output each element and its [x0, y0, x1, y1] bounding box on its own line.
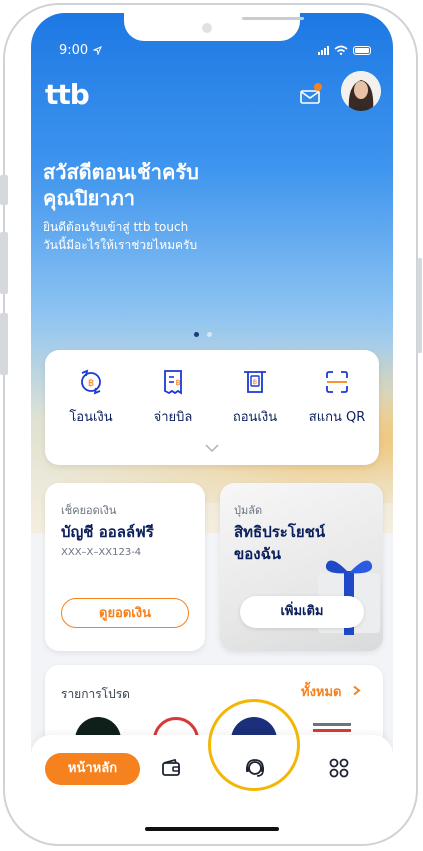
battery-icon [353, 45, 371, 55]
more-button[interactable]: เพิ่มเติม [240, 596, 364, 628]
favorites-title: รายการโปรด [61, 687, 130, 701]
notification-dot [314, 83, 322, 91]
privilege-title: สิทธิประโยชน์ ของฉัน [234, 521, 325, 565]
home-tab[interactable]: หน้าหลัก [45, 753, 140, 785]
quick-action-label: ถอนเงิน [232, 410, 278, 425]
account-number: XXX–X–XX123-4 [61, 547, 142, 558]
carousel-dot-active[interactable] [194, 332, 199, 337]
signal-icon [318, 45, 329, 55]
quick-actions-card: ฿ โอนเงิน ฿ จ่ายบิล ฿ ถอนเงิน สแกน QR [45, 350, 379, 465]
greeting-line-1: สวัสดีตอนเช้าครับ [43, 160, 199, 184]
wallet-icon[interactable] [160, 757, 182, 779]
account-name: บัญชี ออลล์ฟรี [61, 523, 154, 541]
side-button [417, 258, 422, 353]
location-arrow-icon [93, 46, 102, 55]
carousel-dot[interactable] [207, 332, 212, 337]
device-notch [124, 13, 304, 41]
quick-action-bill[interactable]: ฿ จ่ายบิล [131, 368, 215, 427]
bts-logo-icon [313, 723, 351, 732]
menu-grid-icon[interactable] [328, 757, 350, 779]
scan-qr-icon [326, 371, 348, 393]
svg-text:฿: ฿ [175, 378, 180, 387]
side-button [0, 232, 8, 294]
app-screen: 9:00 ttb สวัสดีตอนเช้าครับ คุณปิยาภา ยิน [31, 13, 393, 839]
welcome-text: ยินดีต้อนรับเข้าสู่ ttb touch วันนี้มีอะ… [43, 218, 197, 254]
withdraw-icon: ฿ [244, 371, 266, 393]
greeting-line-2: คุณปิยาภา [43, 186, 135, 210]
balance-card[interactable]: เช็คยอดเงิน บัญชี ออลล์ฟรี XXX–X–XX123-4… [45, 483, 205, 651]
gift-bow-icon [325, 560, 373, 574]
status-time: 9:00 [59, 43, 89, 58]
svg-text:฿: ฿ [253, 378, 257, 386]
quick-action-label: สแกน QR [308, 410, 366, 425]
quick-action-transfer[interactable]: ฿ โอนเงิน [49, 368, 133, 427]
chevron-down-icon[interactable] [204, 443, 220, 453]
status-icons [318, 45, 371, 55]
balance-caption: เช็คยอดเงิน [61, 504, 117, 517]
quick-action-scan-qr[interactable]: สแกน QR [295, 368, 379, 427]
quick-action-withdraw[interactable]: ฿ ถอนเงิน [213, 368, 297, 427]
privilege-title-line-2: ของฉัน [234, 545, 282, 563]
speaker-bar [242, 17, 304, 20]
view-balance-button[interactable]: ดูยอดเงิน [61, 598, 189, 628]
ttb-logo: ttb [45, 78, 90, 111]
quick-action-label: โอนเงิน [69, 410, 113, 425]
bill-icon: ฿ [164, 370, 182, 395]
chevron-right-icon [353, 685, 361, 696]
highlight-ring [208, 699, 300, 791]
welcome-line-1: ยินดีต้อนรับเข้าสู่ ttb touch [43, 220, 189, 234]
shortcut-caption: ปุ่มลัด [234, 504, 263, 517]
home-indicator [145, 827, 279, 831]
greeting: สวัสดีตอนเช้าครับ คุณปิยาภา [43, 159, 199, 211]
privilege-title-line-1: สิทธิประโยชน์ [234, 523, 326, 541]
see-all-label: ทั้งหมด [301, 685, 342, 700]
transfer-icon: ฿ [81, 369, 101, 395]
side-button [0, 313, 8, 375]
carousel-dots [194, 332, 212, 337]
avatar[interactable] [341, 71, 381, 111]
wifi-icon [334, 45, 348, 55]
svg-text:฿: ฿ [88, 378, 94, 389]
welcome-line-2: วันนี้มีอะไรให้เราช่วยไหมครับ [43, 238, 198, 252]
privilege-card[interactable]: ปุ่มลัด สิทธิประโยชน์ ของฉัน เพิ่มเติม [220, 483, 383, 651]
mail-icon[interactable] [300, 90, 320, 104]
side-button [0, 175, 8, 205]
quick-action-label: จ่ายบิล [153, 410, 193, 425]
see-all-link[interactable]: ทั้งหมด [301, 681, 362, 702]
profile-photo [341, 71, 381, 111]
camera-dot [202, 23, 212, 33]
